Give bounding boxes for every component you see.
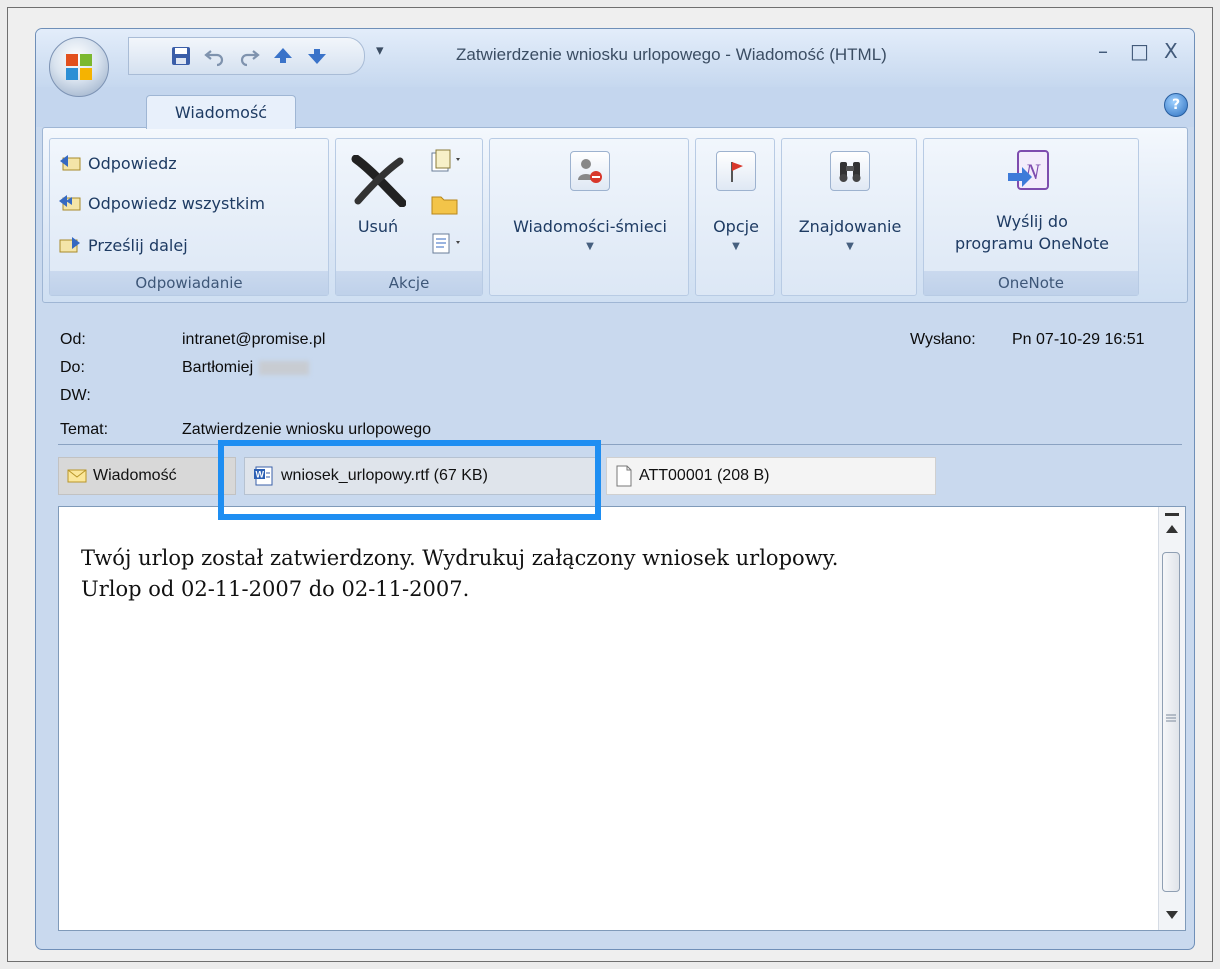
message-body[interactable]: Twój urlop został zatwierdzony. Wydrukuj… — [58, 506, 1186, 931]
folder-icon[interactable] — [430, 191, 460, 217]
help-icon[interactable]: ? — [1164, 93, 1188, 117]
previous-item-icon[interactable] — [271, 44, 295, 68]
cc-label: DW: — [60, 387, 91, 404]
attachment-item-att[interactable]: ATT00001 (208 B) — [606, 457, 936, 495]
title-bar: ▾ Zatwierdzenie wniosku urlopowego - Wia… — [36, 29, 1194, 87]
sent-label: Wysłano: — [910, 331, 976, 348]
junk-label: Wiadomości-śmieci — [513, 217, 667, 236]
forward-button[interactable]: Prześlij dalej — [58, 231, 188, 259]
save-icon[interactable] — [169, 44, 193, 68]
to-name: Bartłomiej — [182, 359, 254, 376]
attachment-highlight-box — [218, 440, 601, 520]
undo-icon[interactable] — [203, 44, 227, 68]
delete-icon[interactable] — [350, 155, 406, 207]
group-label-actions: Akcje — [336, 271, 482, 295]
from-value[interactable]: intranet@promise.pl — [182, 331, 325, 349]
ribbon: Odpowiedz Odpowiedz wszystkim Prześlij d… — [42, 127, 1188, 303]
options-dropdown-icon: ▼ — [732, 241, 740, 252]
group-junk[interactable]: Wiadomości-śmieci ▼ — [489, 138, 689, 296]
tab-wiadomosc[interactable]: Wiadomość — [146, 95, 296, 129]
subject-value: Zatwierdzenie wniosku urlopowego — [182, 421, 432, 438]
options-icon-box — [716, 151, 756, 191]
reply-all-label: Odpowiedz wszystkim — [88, 193, 265, 213]
group-find[interactable]: Znajdowanie ▼ — [781, 138, 917, 296]
block-sender-icon — [578, 159, 602, 183]
send-to-onenote-line2: programu OneNote — [955, 234, 1109, 253]
body-line-1: Twój urlop został zatwierdzony. Wydrukuj… — [81, 546, 839, 570]
sent-value: Pn 07-10-29 16:51 — [1012, 331, 1145, 348]
message-tab-label: Wiadomość — [93, 467, 177, 484]
scroll-up-icon[interactable] — [1165, 513, 1179, 537]
window-title: Zatwierdzenie wniosku urlopowego - Wiado… — [456, 45, 887, 64]
subject-label: Temat: — [60, 421, 109, 438]
customize-toolbar-icon[interactable]: ▾ — [376, 41, 384, 59]
scrollbar-thumb[interactable] — [1162, 552, 1180, 892]
redo-icon[interactable] — [237, 44, 261, 68]
screenshot-frame: ▾ Zatwierdzenie wniosku urlopowego - Wia… — [7, 7, 1213, 962]
office-button[interactable] — [49, 37, 109, 97]
forward-label: Prześlij dalej — [88, 235, 188, 255]
binoculars-icon — [839, 162, 861, 182]
find-label: Znajdowanie — [798, 217, 902, 236]
junk-dropdown-icon: ▼ — [586, 241, 594, 252]
minimize-button[interactable]: – — [1098, 39, 1108, 63]
reply-all-icon — [59, 195, 81, 211]
to-label: Do: — [60, 359, 85, 376]
group-onenote: N Wyślij do programu OneNote OneNote — [923, 138, 1139, 296]
maximize-button[interactable]: □ — [1130, 39, 1149, 63]
onenote-icon[interactable]: N — [1006, 147, 1056, 195]
from-label: Od: — [60, 331, 86, 348]
to-value[interactable]: Bartłomiej — [182, 359, 310, 377]
attachment-name-att: ATT00001 (208 B) — [639, 467, 770, 484]
forward-icon — [59, 237, 80, 253]
close-button[interactable]: X — [1164, 39, 1178, 63]
message-window: ▾ Zatwierdzenie wniosku urlopowego - Wia… — [35, 28, 1195, 950]
file-icon — [616, 465, 632, 487]
next-item-icon[interactable] — [305, 44, 329, 68]
group-respond: Odpowiedz Odpowiedz wszystkim Prześlij d… — [49, 138, 329, 296]
find-dropdown-icon: ▼ — [846, 241, 854, 252]
options-label: Opcje — [713, 217, 759, 236]
reply-label: Odpowiedz — [88, 153, 177, 173]
reply-icon — [60, 155, 81, 171]
quick-access-toolbar — [128, 37, 365, 75]
reply-all-button[interactable]: Odpowiedz wszystkim — [58, 189, 265, 217]
delete-label[interactable]: Usuń — [348, 217, 408, 236]
body-line-2: Urlop od 02-11-2007 do 02-11-2007. — [81, 577, 470, 601]
move-to-folder-icon[interactable] — [430, 149, 464, 175]
scroll-down-icon[interactable] — [1165, 908, 1179, 922]
junk-icon-box — [570, 151, 610, 191]
other-actions-icon[interactable] — [430, 231, 464, 257]
reply-button[interactable]: Odpowiedz — [58, 149, 177, 177]
redacted-surname — [259, 360, 310, 375]
send-to-onenote-button[interactable]: Wyślij do programu OneNote — [924, 211, 1140, 255]
office-logo-icon — [66, 54, 92, 80]
envelope-icon — [67, 469, 87, 483]
follow-up-flag-icon — [731, 162, 743, 182]
send-to-onenote-line1: Wyślij do — [996, 212, 1068, 231]
vertical-scrollbar[interactable] — [1158, 507, 1185, 930]
grip-icon — [1166, 714, 1176, 722]
group-actions: Usuń Akcje — [335, 138, 483, 296]
find-icon-box — [830, 151, 870, 191]
group-options[interactable]: Opcje ▼ — [695, 138, 775, 296]
group-label-respond: Odpowiadanie — [50, 271, 328, 295]
group-label-onenote: OneNote — [924, 271, 1138, 295]
body-text: Twój urlop został zatwierdzony. Wydrukuj… — [81, 543, 838, 605]
message-tab[interactable]: Wiadomość — [58, 457, 236, 495]
